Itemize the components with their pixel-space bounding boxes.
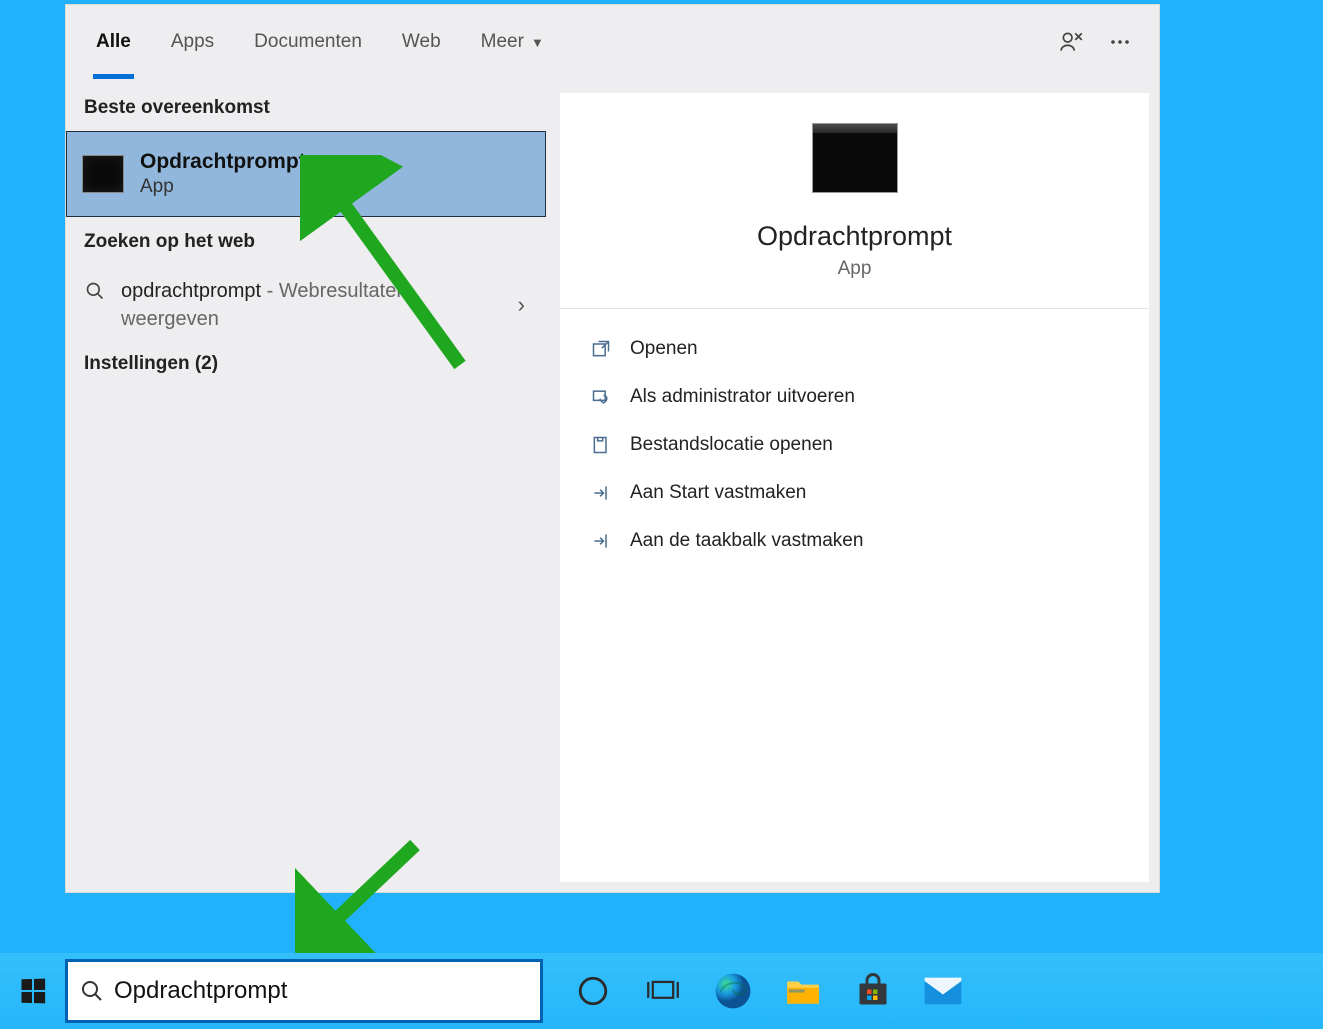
chevron-down-icon: ▼ (531, 35, 544, 50)
preview-card: Opdrachtprompt App Openen Als adm (560, 93, 1149, 882)
cortana-icon[interactable] (571, 969, 615, 1013)
web-result-term: opdrachtprompt (121, 280, 261, 302)
microsoft-store-icon[interactable] (851, 969, 895, 1013)
results-list: Beste overeenkomst Opdrachtprompt App Zo… (66, 79, 546, 892)
preview-title: Opdrachtprompt (757, 221, 952, 252)
tab-all-label: Alle (96, 31, 131, 53)
cmd-prompt-icon (812, 123, 898, 193)
admin-shield-icon (590, 386, 612, 408)
action-pin-taskbar-label: Aan de taakbalk vastmaken (630, 530, 863, 552)
best-match-header: Beste overeenkomst (66, 83, 546, 129)
action-open-file-location[interactable]: Bestandslocatie openen (586, 423, 1123, 467)
action-run-as-admin[interactable]: Als administrator uitvoeren (586, 375, 1123, 419)
action-location-label: Bestandslocatie openen (630, 434, 833, 456)
web-search-header: Zoeken op het web (66, 217, 546, 263)
more-options-icon[interactable] (1096, 18, 1144, 66)
feedback-icon[interactable] (1048, 18, 1096, 66)
open-icon (590, 338, 612, 360)
best-match-item[interactable]: Opdrachtprompt App (66, 131, 546, 217)
tab-documents[interactable]: Documenten (234, 5, 382, 79)
search-icon (81, 277, 109, 301)
web-result-text: opdrachtprompt - Webresultaten weergeven (121, 277, 506, 333)
tab-apps-label: Apps (171, 31, 214, 53)
pin-icon (590, 482, 612, 504)
tab-more[interactable]: Meer ▼ (461, 5, 564, 79)
preview-header: Opdrachtprompt App (560, 93, 1149, 309)
cmd-prompt-icon (82, 155, 124, 193)
taskbar (0, 953, 1323, 1029)
action-admin-label: Als administrator uitvoeren (630, 386, 855, 408)
task-view-icon[interactable] (641, 969, 685, 1013)
chevron-right-icon[interactable]: › (518, 292, 531, 318)
best-match-text: Opdrachtprompt App (140, 150, 306, 198)
tab-all[interactable]: Alle (76, 5, 151, 79)
web-result-item[interactable]: opdrachtprompt - Webresultaten weergeven… (66, 263, 546, 339)
folder-location-icon (590, 434, 612, 456)
action-pin-to-start[interactable]: Aan Start vastmaken (586, 471, 1123, 515)
edge-browser-icon[interactable] (711, 969, 755, 1013)
taskbar-search-box[interactable] (65, 959, 543, 1023)
file-explorer-icon[interactable] (781, 969, 825, 1013)
windows-logo-icon (21, 979, 45, 1004)
preview-actions: Openen Als administrator uitvoeren Besta… (560, 309, 1149, 581)
action-pin-start-label: Aan Start vastmaken (630, 482, 806, 504)
tab-documents-label: Documenten (254, 31, 362, 53)
search-results-panel: Alle Apps Documenten Web Meer ▼ Beste ove… (65, 4, 1160, 893)
start-button[interactable] (0, 953, 65, 1029)
mail-icon[interactable] (921, 969, 965, 1013)
results-body: Beste overeenkomst Opdrachtprompt App Zo… (66, 79, 1159, 892)
best-match-subtitle: App (140, 176, 306, 198)
preview-column: Opdrachtprompt App Openen Als adm (546, 79, 1159, 892)
best-match-title: Opdrachtprompt (140, 150, 306, 174)
tab-web[interactable]: Web (382, 5, 461, 79)
filter-tabs: Alle Apps Documenten Web Meer ▼ (66, 5, 1159, 79)
search-icon (80, 979, 104, 1003)
action-open-label: Openen (630, 338, 698, 360)
settings-header[interactable]: Instellingen (2) (66, 339, 546, 385)
tab-apps[interactable]: Apps (151, 5, 234, 79)
action-pin-to-taskbar[interactable]: Aan de taakbalk vastmaken (586, 519, 1123, 563)
tab-more-label: Meer (481, 31, 524, 53)
search-input[interactable] (104, 962, 528, 1020)
preview-subtitle: App (838, 258, 872, 280)
taskbar-pinned-apps (543, 969, 965, 1013)
action-open[interactable]: Openen (586, 327, 1123, 371)
tab-web-label: Web (402, 31, 441, 53)
pin-icon (590, 530, 612, 552)
